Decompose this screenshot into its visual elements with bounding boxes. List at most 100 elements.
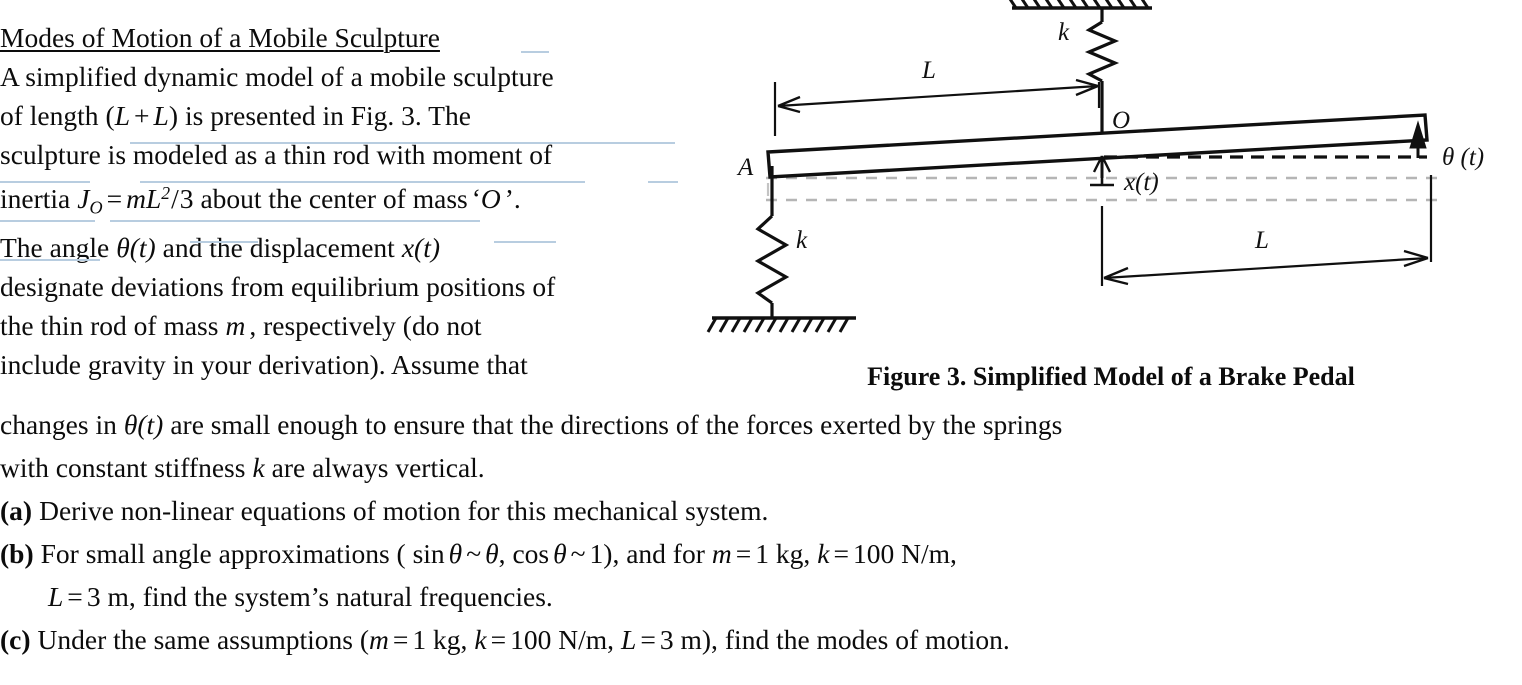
math-var-k: k: [252, 452, 265, 483]
scan-artifact-underline: [521, 51, 549, 53]
math-var-m: m: [126, 183, 146, 215]
text-run: inertia: [0, 183, 71, 215]
text-run: are always vertical.: [271, 452, 485, 483]
value-length: 3 m),: [659, 624, 718, 655]
worksheet-page: Modes of Motion of a Mobile Sculpture A …: [0, 0, 1522, 685]
ground-support: [706, 316, 856, 333]
math-op-equals: =: [735, 538, 752, 569]
math-arg-t: (t): [129, 231, 156, 263]
ceiling-support: [1008, 0, 1152, 10]
continuation-line-2: with constant stiffness k are always verti…: [0, 446, 1500, 489]
math-op-plus: +: [134, 100, 150, 131]
quote-close: ’.: [504, 183, 521, 215]
value-mass: 1 kg,: [412, 624, 468, 655]
text-run: Derive non-linear equations of motion fo…: [39, 495, 769, 526]
x-displacement-label: x(t): [1123, 169, 1159, 196]
math-number-1: 1: [589, 538, 604, 569]
math-arg-t: (t): [137, 409, 164, 440]
math-paren-close: ): [168, 100, 178, 131]
theta-label: θ (t): [1442, 144, 1484, 171]
math-var-L: L: [621, 624, 637, 655]
value-length: 3 m,: [86, 581, 136, 612]
math-var-L: L: [114, 100, 130, 131]
math-var-theta: θ: [116, 231, 130, 263]
paragraph-line-5: The angle θ(t) and the displacement x(t): [0, 228, 700, 267]
text-run: with constant stiffness: [0, 452, 246, 483]
dimension-bottom-L-label: L: [1254, 227, 1269, 254]
math-var-theta: θ: [448, 538, 463, 569]
spring-top-k-label: k: [1058, 19, 1070, 46]
text-run: , respectively (do not: [249, 309, 482, 341]
math-number-3: 3: [179, 183, 194, 215]
math-paren-open: (: [105, 100, 115, 131]
pivot-O-label: O: [1112, 107, 1130, 134]
math-op-approx: ~: [570, 538, 586, 569]
scan-artifact-underline: [140, 181, 585, 183]
scan-artifact-underline: [0, 220, 95, 222]
text-run: ), and for: [603, 538, 705, 569]
math-var-m: m: [225, 309, 246, 341]
scan-artifact-underline: [130, 142, 675, 144]
rod-body: [766, 113, 1429, 179]
text-run: of length: [0, 100, 99, 131]
paragraph-line-8: include gravity in your derivation). Ass…: [0, 345, 700, 384]
item-marker-b: (b): [0, 538, 34, 569]
math-arg-t: (t): [414, 231, 440, 263]
item-c: (c) Under the same assumptions (m = 1 kg, k =…: [0, 618, 1500, 661]
paragraph-line-3: sculpture is modeled as a thin rod with …: [0, 135, 700, 174]
math-op-approx: ~: [466, 538, 482, 569]
item-marker-a: (a): [0, 495, 33, 526]
paragraph-line-1: A simplified dynamic model of a mobile s…: [0, 57, 700, 96]
math-var-theta: θ: [553, 538, 567, 569]
scan-artifact-underline: [190, 241, 258, 243]
math-op-equals: =: [392, 624, 409, 655]
math-var-m: m: [369, 624, 389, 655]
paragraph-line-2: of length (L + L) is presented in Fig. 3. Th…: [0, 96, 700, 135]
math-var-L: L: [153, 100, 169, 131]
problem-lower-text: changes in θ(t) are small enough to ensure…: [0, 403, 1500, 661]
text-run: include gravity in your derivation). Ass…: [0, 348, 528, 380]
spring-bottom-k-label: k: [796, 227, 808, 254]
math-var-L: L: [145, 183, 162, 215]
value-stiffness: 100 N/m,: [852, 538, 957, 569]
scan-artifact-underline: [648, 181, 678, 183]
math-fn-cos: cos: [512, 538, 550, 569]
paragraph-line-6: designate deviations from equilibrium po…: [0, 267, 700, 306]
item-b-line-2: L = 3 m, find the system’s natural frequenc…: [0, 575, 1500, 618]
math-var-L: L: [48, 581, 64, 612]
dimension-top-L-label: L: [921, 57, 936, 84]
math-op-equals: =: [67, 581, 83, 612]
text-run: the thin rod of mass: [0, 309, 219, 341]
scan-artifact-underline: [110, 220, 480, 222]
math-op-slash: /: [171, 183, 179, 215]
value-mass: 1 kg,: [755, 538, 811, 569]
continuation-line-1: changes in θ(t) are small enough to ensure…: [0, 403, 1500, 446]
math-var-theta: θ: [123, 409, 138, 440]
math-var-k: k: [817, 538, 830, 569]
math-subscript-O: O: [89, 197, 103, 218]
punct-comma: ,: [498, 538, 506, 569]
problem-text-column: Modes of Motion of a Mobile Sculpture A …: [0, 18, 700, 384]
math-var-theta: θ: [485, 538, 499, 569]
scan-artifact-underline: [0, 181, 90, 183]
figure-brake-pedal-diagram: k L O θ (t) x(t) A k L: [700, 0, 1522, 400]
text-run: A simplified dynamic model of a mobile s…: [0, 61, 554, 92]
paragraph-line-7: the thin rod of mass m, respectively (do …: [0, 306, 700, 345]
math-var-m: m: [711, 538, 732, 569]
problem-title: Modes of Motion of a Mobile Sculpture: [0, 22, 440, 53]
point-A-label: A: [736, 154, 754, 181]
spring-bottom: [754, 166, 790, 318]
math-op-equals: =: [490, 624, 507, 655]
dimension-top-L: [773, 78, 1101, 136]
figure-caption: Figure 3. Simplified Model of a Brake Pe…: [867, 362, 1355, 391]
math-var-k: k: [474, 624, 487, 655]
text-run: For small angle approximations ( sin: [40, 538, 445, 569]
quote-open: ‘: [471, 183, 481, 215]
math-op-equals: =: [106, 183, 123, 215]
text-run: The angle: [0, 231, 110, 263]
item-b: (b) For small angle approximations ( sin θ…: [0, 532, 1500, 575]
text-run: changes in: [0, 409, 117, 440]
text-run: about the center of mass: [200, 183, 468, 215]
math-var-x: x: [401, 231, 415, 263]
text-run: and the displacement: [162, 231, 395, 263]
